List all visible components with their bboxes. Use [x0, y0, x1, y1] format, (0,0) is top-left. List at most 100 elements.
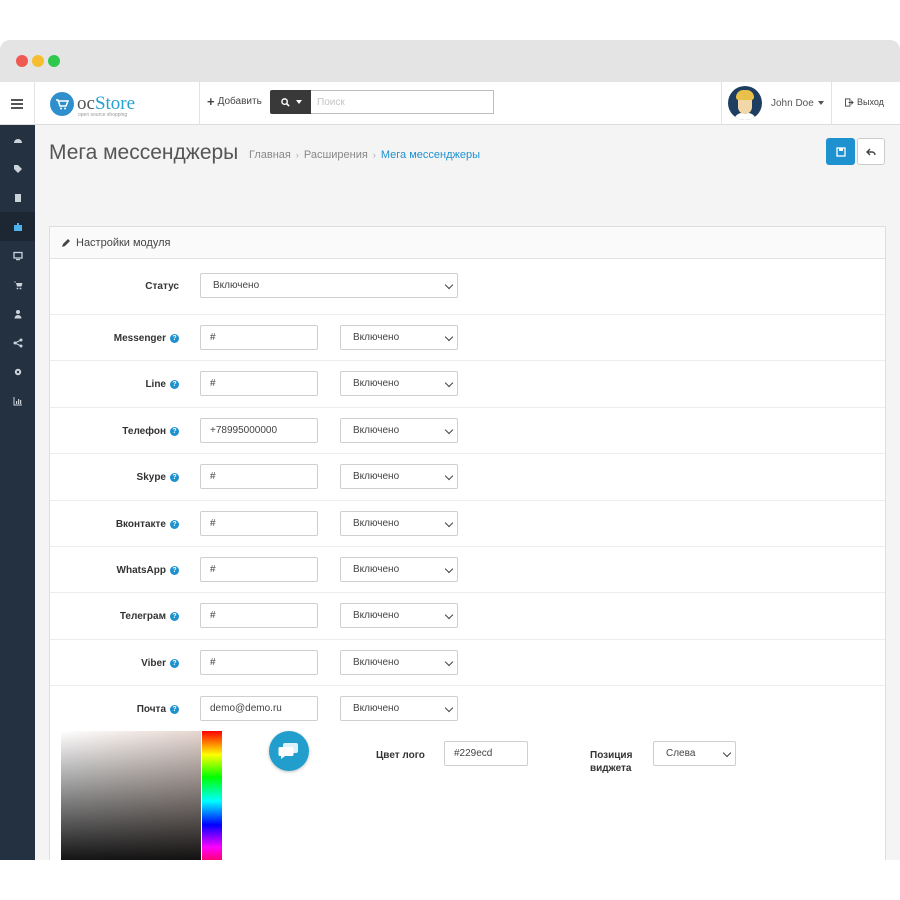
hue-slider[interactable] — [202, 731, 222, 860]
messenger-label: Messenger? — [114, 333, 179, 344]
maximize-window-button[interactable] — [48, 55, 60, 67]
messenger-value-input[interactable]: # — [200, 603, 318, 629]
share-icon — [13, 338, 22, 347]
chevron-down-icon — [444, 332, 454, 342]
sidebar-item-reports[interactable] — [0, 386, 35, 415]
breadcrumb-current[interactable]: Мега мессенджеры — [381, 149, 480, 161]
sidebar-item-design[interactable] — [0, 241, 35, 270]
messenger-label: Телефон? — [122, 426, 179, 437]
messenger-row: Вконтакте? # Включено — [50, 501, 885, 547]
messenger-value-input[interactable]: # — [200, 649, 318, 675]
minimize-window-button[interactable] — [32, 55, 44, 67]
messenger-status-select[interactable]: Включено — [340, 417, 458, 443]
status-row: Статус Включено — [50, 260, 885, 315]
breadcrumb-separator: › — [295, 150, 299, 160]
messenger-value-input[interactable]: # — [200, 464, 318, 490]
search-icon — [280, 97, 290, 107]
chat-bubble-icon — [278, 743, 298, 759]
user-menu[interactable]: John Doe — [728, 86, 824, 120]
save-button[interactable] — [826, 138, 855, 165]
messenger-row: Line? # Включено — [50, 361, 885, 408]
messenger-row: Messenger? # Включено — [50, 315, 885, 362]
logout-button[interactable]: Выход — [845, 97, 884, 107]
messenger-status-select[interactable]: Включено — [340, 603, 458, 629]
status-label: Статус — [145, 281, 179, 292]
main-content: Мега мессенджеры Главная › Расширения › … — [35, 125, 900, 860]
header-divider — [199, 82, 200, 125]
sidebar-item-extensions[interactable] — [0, 212, 35, 241]
settings-panel: Настройки модуля Статус Включено Messeng… — [49, 226, 886, 860]
widget-preview — [269, 731, 309, 771]
chevron-down-icon — [444, 703, 454, 713]
messenger-row: WhatsApp? # Включено — [50, 547, 885, 594]
messenger-label: Вконтакте? — [116, 519, 179, 530]
help-icon[interactable]: ? — [170, 426, 179, 436]
dashboard-icon — [13, 138, 22, 143]
chevron-down-icon — [444, 611, 454, 620]
desktop-icon — [12, 251, 23, 260]
messenger-value-input[interactable]: # — [200, 371, 318, 397]
search-button[interactable] — [270, 90, 312, 114]
cog-icon — [14, 368, 21, 375]
sidebar-item-system[interactable] — [0, 357, 35, 386]
messenger-row: Skype? # Включено — [50, 454, 885, 501]
messenger-status-select[interactable]: Включено — [340, 464, 458, 490]
chevron-down-icon — [817, 100, 824, 105]
status-select[interactable]: Включено — [200, 273, 458, 298]
help-icon[interactable]: ? — [170, 705, 179, 715]
messenger-label: Line? — [145, 379, 179, 390]
messenger-value-input[interactable]: # — [200, 510, 318, 536]
header-divider — [721, 82, 722, 125]
breadcrumb: Главная › Расширения › Мега мессенджеры — [249, 149, 480, 161]
color-picker-area[interactable] — [61, 731, 201, 860]
messenger-value-input[interactable]: # — [200, 325, 318, 350]
add-button[interactable]: + Добавить — [207, 95, 262, 108]
pencil-icon — [62, 238, 70, 247]
help-icon[interactable]: ? — [170, 473, 179, 483]
widget-position-select[interactable]: Слева — [653, 741, 736, 766]
close-window-button[interactable] — [16, 55, 28, 67]
chevron-down-icon — [444, 280, 454, 290]
messenger-row: Телефон? +78995000000 Включено — [50, 408, 885, 455]
messenger-status-select[interactable]: Включено — [340, 371, 458, 397]
messenger-value-input[interactable]: +78995000000 — [200, 417, 318, 443]
help-icon[interactable]: ? — [170, 519, 179, 529]
help-icon[interactable]: ? — [170, 658, 179, 668]
breadcrumb-extensions[interactable]: Расширения — [304, 149, 368, 161]
sidebar-item-dashboard[interactable] — [0, 125, 35, 154]
back-button[interactable] — [857, 138, 885, 165]
chevron-down-icon — [444, 425, 454, 435]
sidebar-item-sales[interactable] — [0, 270, 35, 299]
help-icon[interactable]: ? — [170, 566, 179, 575]
chevron-down-icon — [444, 657, 454, 667]
search-input[interactable] — [311, 90, 494, 114]
sidebar-item-customers[interactable] — [0, 299, 35, 328]
messenger-status-select[interactable]: Включено — [340, 325, 458, 350]
messenger-value-input[interactable]: # — [200, 557, 318, 582]
top-header: ocStore open source shopping + Добавить … — [0, 82, 900, 125]
messenger-value-input[interactable]: demo@demo.ru — [200, 696, 318, 722]
messenger-status-select[interactable]: Включено — [340, 696, 458, 722]
logo-color-input[interactable]: #229ecd — [444, 741, 528, 766]
sidebar-item-pages[interactable] — [0, 183, 35, 212]
menu-toggle-button[interactable] — [0, 82, 35, 125]
chevron-down-icon — [444, 518, 454, 527]
messenger-row: Почта? demo@demo.ru Включено — [50, 686, 885, 732]
sign-out-icon — [845, 97, 854, 107]
logo[interactable]: ocStore open source shopping — [50, 91, 135, 118]
help-icon[interactable]: ? — [170, 380, 179, 390]
tags-icon — [13, 164, 22, 173]
messenger-label: Skype? — [137, 472, 179, 483]
widget-position-label: Позиция виджета — [590, 750, 633, 774]
messenger-status-select[interactable]: Включено — [340, 510, 458, 536]
messenger-status-select[interactable]: Включено — [340, 557, 458, 582]
user-name: John Doe — [771, 97, 814, 109]
bar-chart-icon — [13, 396, 22, 405]
help-icon[interactable]: ? — [170, 334, 179, 343]
help-icon[interactable]: ? — [170, 612, 179, 622]
messenger-status-select[interactable]: Включено — [340, 649, 458, 675]
sidebar-item-catalog[interactable] — [0, 154, 35, 183]
messenger-label: Почта? — [137, 704, 179, 715]
breadcrumb-home[interactable]: Главная — [249, 149, 291, 161]
sidebar-item-marketing[interactable] — [0, 328, 35, 357]
